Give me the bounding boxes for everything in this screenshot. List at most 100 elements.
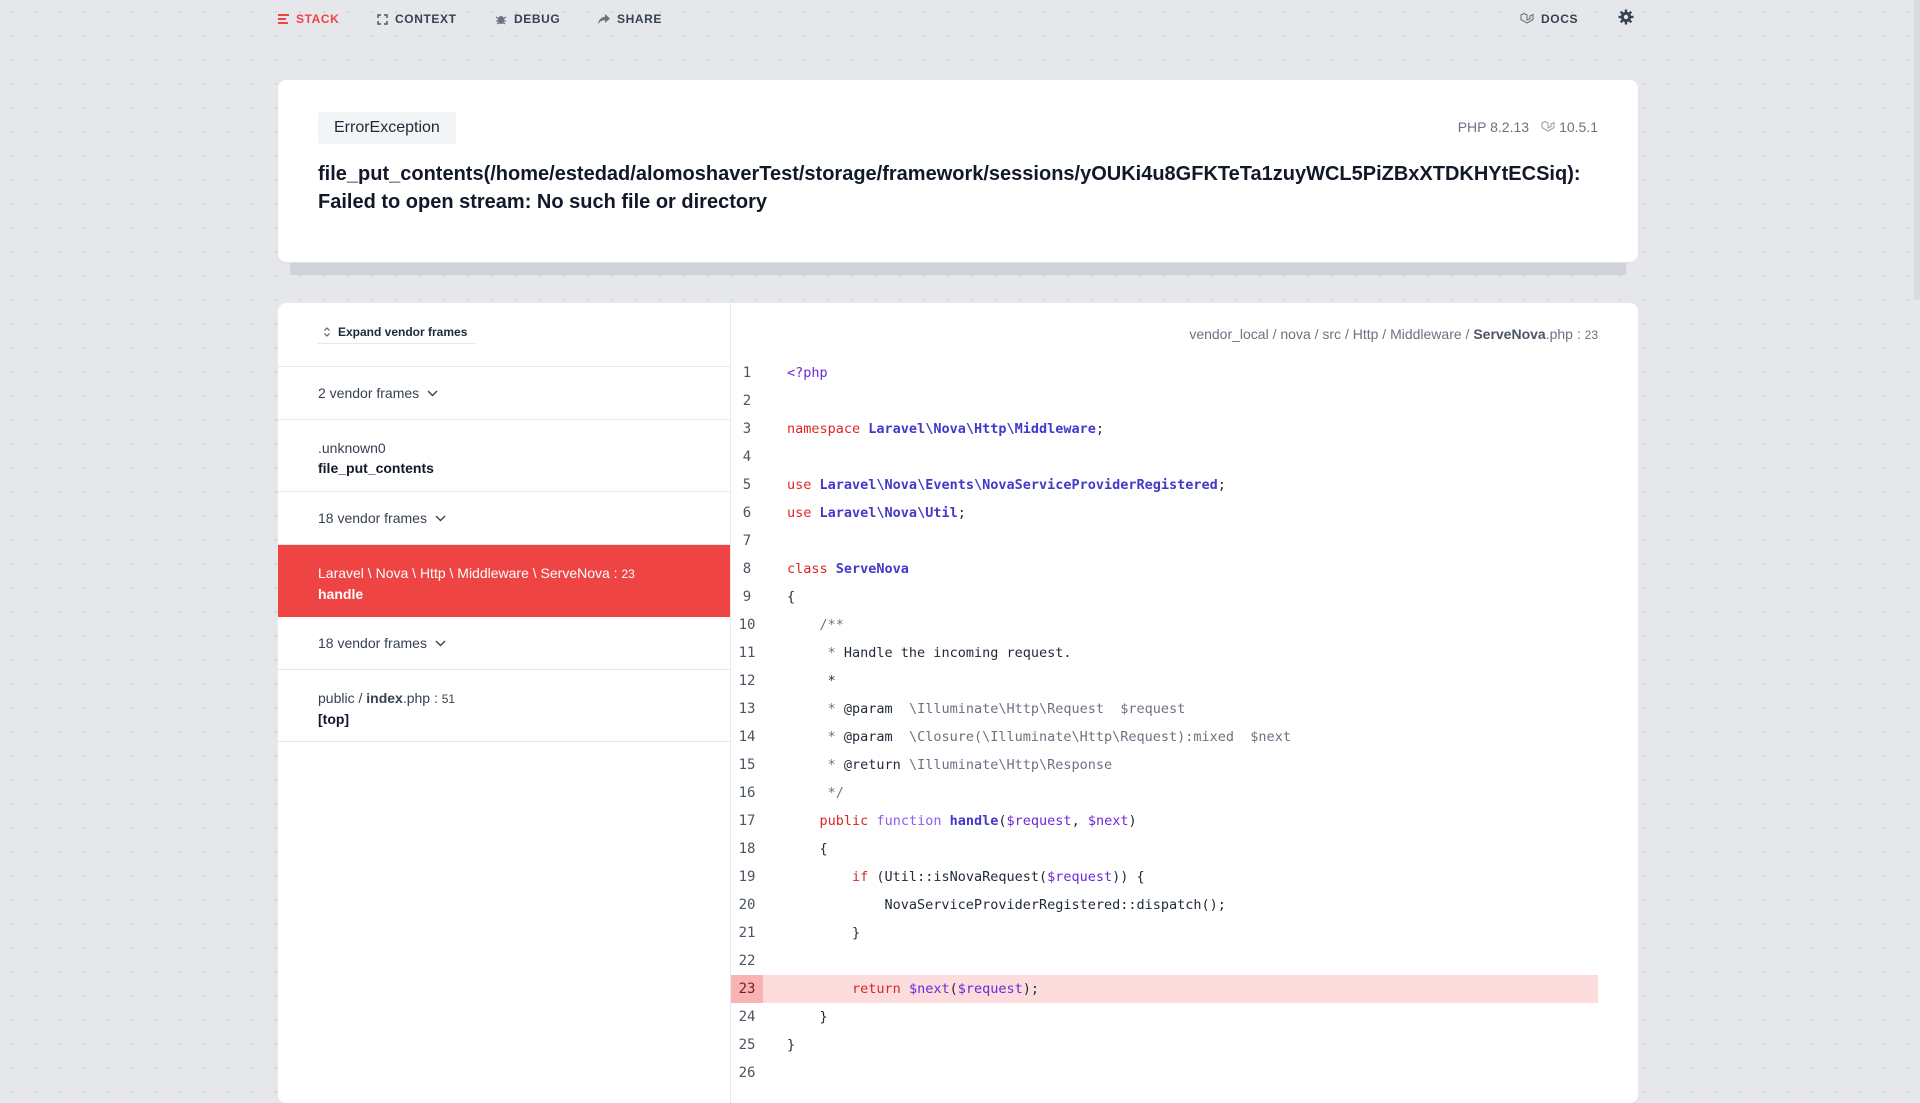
code-viewer: vendor_local / nova / src / Http / Middl… bbox=[731, 303, 1638, 1103]
code-line: 3 namespace Laravel\Nova\Http\Middleware; bbox=[731, 415, 1598, 443]
line-number: 22 bbox=[738, 953, 756, 969]
frame-file: index bbox=[366, 690, 403, 706]
line-number: 15 bbox=[738, 757, 756, 773]
code-text: * @return \Illuminate\Http\Response bbox=[787, 757, 1113, 773]
line-number: 13 bbox=[738, 701, 756, 717]
code-line: 20 NovaServiceProviderRegistered::dispat… bbox=[731, 891, 1598, 919]
code-text: return $next($request); bbox=[852, 981, 1040, 997]
code-text: if (Util::isNovaRequest($request)) { bbox=[852, 869, 1145, 885]
line-number: 11 bbox=[738, 645, 756, 661]
frame-method: handle bbox=[318, 586, 364, 602]
nav-context-label: CONTEXT bbox=[395, 12, 457, 26]
code-line: 19 if (Util::isNovaRequest($request)) { bbox=[731, 863, 1598, 891]
share-icon bbox=[598, 13, 610, 24]
line-number: 20 bbox=[738, 897, 756, 913]
file-ext: .php bbox=[1545, 326, 1573, 342]
top-nav: STACK CONTEXT DEBUG SHARE DOCS bbox=[278, 0, 1660, 40]
code-line: 9{ bbox=[731, 583, 1598, 611]
code-line: 13 * @param \Illuminate\Http\Request $re… bbox=[731, 695, 1598, 723]
vendor-frames-label: 18 vendor frames bbox=[318, 510, 427, 526]
code-text: /** bbox=[787, 617, 844, 633]
frame-path: public / bbox=[318, 690, 367, 706]
nav-stack-label: STACK bbox=[296, 12, 340, 26]
line-number: 2 bbox=[742, 393, 752, 409]
frame-class-name: Laravel \ Nova \ Http \ Middleware \ Ser… bbox=[318, 565, 610, 581]
code-line: 1 <?php bbox=[731, 359, 1598, 387]
frame-method: file_put_contents bbox=[318, 460, 434, 476]
frame-class: public / index.php : 51 bbox=[318, 690, 456, 706]
line-number: 19 bbox=[738, 869, 756, 885]
code-snippet: 1 <?php 2 3 namespace Laravel\Nova\Http\Mi… bbox=[731, 359, 1598, 1087]
nav-debug-label: DEBUG bbox=[514, 12, 561, 26]
line-number: 5 bbox=[742, 477, 752, 493]
code-line: 21 } bbox=[731, 919, 1598, 947]
code-line: 8 class ServeNova bbox=[731, 555, 1598, 583]
code-text: } bbox=[787, 1037, 796, 1053]
line-number: 8 bbox=[742, 561, 752, 577]
chevron-down-icon bbox=[427, 390, 438, 396]
frames-list: Expand vendor frames 2 vendor frames .un… bbox=[278, 303, 731, 1103]
horizontal-scrollbar[interactable] bbox=[290, 263, 1626, 275]
code-text: { bbox=[787, 841, 828, 857]
file-breadcrumb[interactable]: vendor_local / nova / src / Http / Middl… bbox=[1189, 326, 1598, 342]
code-line: 12 * bbox=[731, 667, 1598, 695]
nav-share[interactable]: SHARE bbox=[598, 12, 662, 26]
code-text: } bbox=[787, 1009, 828, 1025]
frame-ext: .php bbox=[402, 690, 431, 706]
line-number: 24 bbox=[738, 1009, 756, 1025]
frame-class: Laravel \ Nova \ Http \ Middleware \ Ser… bbox=[318, 565, 635, 581]
vendor-frames-group[interactable]: 18 vendor frames bbox=[278, 492, 730, 545]
stack-frame[interactable]: public / index.php : 51 [top] bbox=[278, 670, 730, 742]
line-number: 16 bbox=[738, 785, 756, 801]
nav-context[interactable]: CONTEXT bbox=[377, 12, 457, 26]
chevron-down-icon bbox=[435, 640, 446, 646]
laravel-icon bbox=[1520, 12, 1534, 24]
expand-vendor-frames-button[interactable]: Expand vendor frames bbox=[318, 321, 476, 344]
vendor-frames-group[interactable]: 2 vendor frames bbox=[278, 367, 730, 420]
vendor-frames-group[interactable]: 18 vendor frames bbox=[278, 617, 730, 670]
line-number: 26 bbox=[738, 1065, 756, 1081]
code-text: { bbox=[787, 589, 796, 605]
code-text: * Handle the incoming request. bbox=[787, 645, 1072, 661]
stack-frame[interactable]: .unknown0 file_put_contents bbox=[278, 420, 730, 492]
vertical-scrollbar[interactable] bbox=[1914, 0, 1920, 300]
code-text: public function handle($request, $next) bbox=[819, 813, 1137, 829]
code-line: 18 { bbox=[731, 835, 1598, 863]
code-line: 14 * @param \Closure(\Illuminate\Http\Re… bbox=[731, 723, 1598, 751]
nav-docs-label: DOCS bbox=[1541, 12, 1579, 26]
version-info: PHP 8.2.13 10.5.1 bbox=[1458, 119, 1598, 135]
line-number: 3 bbox=[742, 421, 752, 437]
stack-frame-selected[interactable]: Laravel \ Nova \ Http \ Middleware \ Ser… bbox=[278, 545, 730, 617]
line-number: 18 bbox=[738, 841, 756, 857]
exception-message-line-1: file_put_contents(/home/estedad/alomosha… bbox=[318, 163, 1581, 185]
exception-message-line-2: Failed to open stream: No such file or d… bbox=[318, 191, 767, 213]
nav-docs[interactable]: DOCS bbox=[1520, 12, 1578, 26]
line-number: 9 bbox=[742, 589, 752, 605]
vendor-frames-label: 2 vendor frames bbox=[318, 385, 420, 401]
line-number: 21 bbox=[738, 925, 756, 941]
code-line: 17 public function handle($request, $nex… bbox=[731, 807, 1598, 835]
line-number: 17 bbox=[738, 813, 756, 829]
file-line: 23 bbox=[1584, 328, 1598, 342]
bug-icon bbox=[495, 16, 507, 25]
nav-debug[interactable]: DEBUG bbox=[495, 12, 560, 26]
code-line: 2 bbox=[731, 387, 1598, 415]
nav-stack[interactable]: STACK bbox=[278, 12, 339, 26]
expand-vendor-frames-label: Expand vendor frames bbox=[338, 325, 468, 339]
laravel-icon bbox=[1541, 120, 1555, 132]
frame-method: [top] bbox=[318, 711, 350, 727]
laravel-version: 10.5.1 bbox=[1541, 119, 1598, 135]
expand-vendor-row: Expand vendor frames bbox=[278, 303, 730, 367]
code-text: <?php bbox=[787, 365, 828, 381]
php-version: PHP 8.2.13 bbox=[1457, 119, 1530, 135]
settings-button[interactable] bbox=[1618, 9, 1634, 30]
expand-icon bbox=[377, 13, 388, 25]
code-text: * bbox=[827, 673, 836, 689]
code-line: 7 bbox=[731, 527, 1598, 555]
file-name: ServeNova bbox=[1473, 326, 1546, 342]
frame-line-number: 23 bbox=[621, 567, 635, 581]
code-line: 25} bbox=[731, 1031, 1598, 1059]
code-text: */ bbox=[787, 785, 844, 801]
line-number: 6 bbox=[742, 505, 752, 521]
exception-header: ErrorException PHP 8.2.13 10.5.1 file_pu… bbox=[278, 80, 1638, 262]
